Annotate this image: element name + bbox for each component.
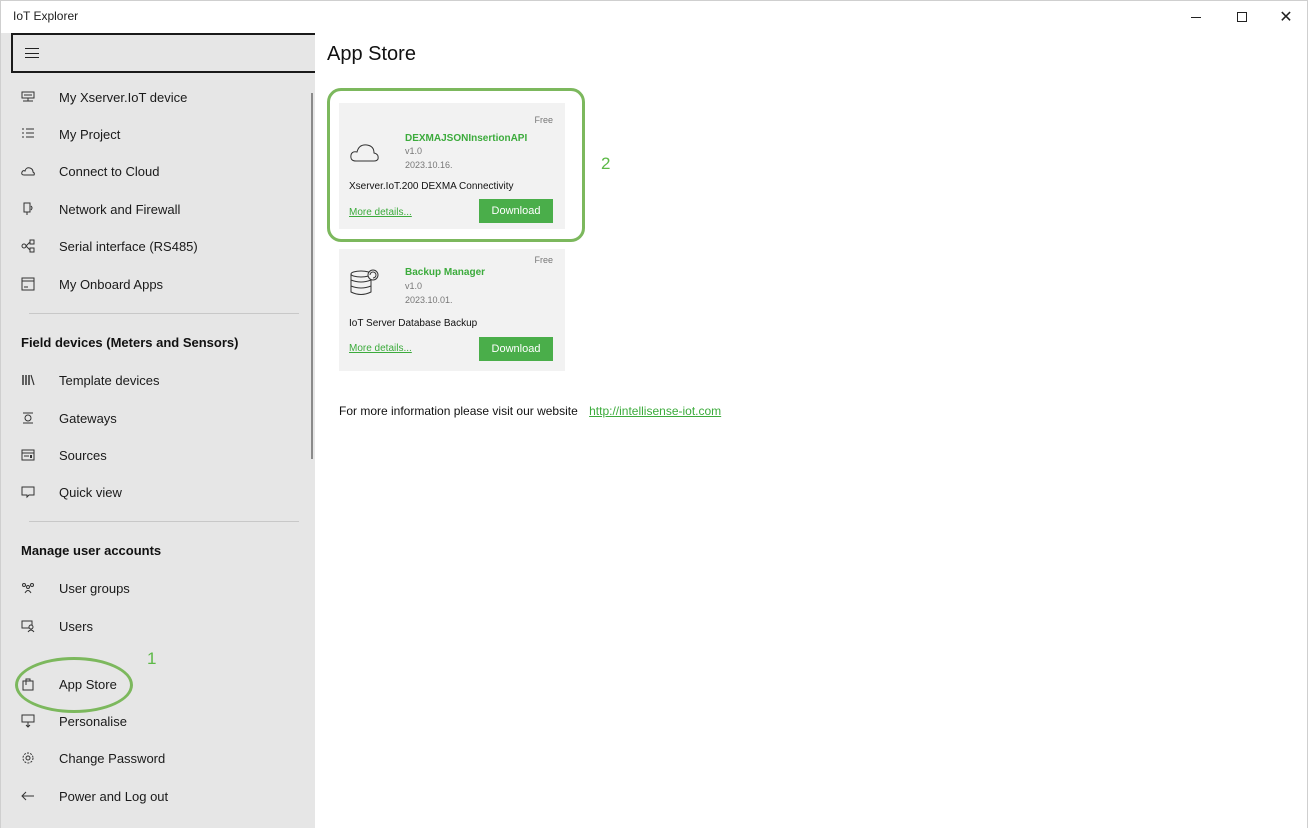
app-date: 2023.10.01. <box>405 295 453 305</box>
app-card: Free DEXMAJSONInsertionAPI v1.0 2023.10.… <box>339 103 565 229</box>
more-details-link[interactable]: More details... <box>349 343 412 354</box>
sidebar-item-label: Users <box>59 618 93 634</box>
maximize-button[interactable] <box>1219 1 1265 33</box>
gear-icon <box>1 751 59 765</box>
info-text: For more information please visit our we… <box>339 404 578 418</box>
sidebar-item-app-store[interactable]: App Store <box>1 666 311 702</box>
title-bar: IoT Explorer ✕ <box>1 1 1307 33</box>
sidebar-item-gateways[interactable]: Gateways <box>1 400 311 436</box>
app-description: IoT Server Database Backup <box>349 318 478 329</box>
sidebar-item-label: App Store <box>59 676 117 692</box>
sidebar-item-users[interactable]: Users <box>1 608 311 644</box>
sidebar-item-template-devices[interactable]: Template devices <box>1 362 311 398</box>
window-title: IoT Explorer <box>13 9 79 23</box>
app-description: Xserver.IoT.200 DEXMA Connectivity <box>349 181 514 192</box>
maximize-icon <box>1237 12 1247 22</box>
close-icon: ✕ <box>1279 7 1293 26</box>
download-button[interactable]: Download <box>479 199 553 223</box>
minimize-button[interactable] <box>1173 1 1219 33</box>
app-window: IoT Explorer ✕ My Xserver.IoT device My … <box>0 0 1308 828</box>
app-card: Free Backup Manager v1.0 2023.10.01. IoT… <box>339 249 565 371</box>
list-icon <box>1 127 59 141</box>
sidebar-scrollbar[interactable] <box>311 93 313 459</box>
sidebar-item-network-firewall[interactable]: Network and Firewall <box>1 191 311 227</box>
annotation-number: 2 <box>601 154 611 173</box>
sidebar-item-personalise[interactable]: Personalise <box>1 703 311 739</box>
sidebar-item-my-device[interactable]: My Xserver.IoT device <box>1 79 311 115</box>
sidebar-item-onboard-apps[interactable]: My Onboard Apps <box>1 266 311 302</box>
personalise-icon <box>1 714 59 728</box>
network-icon <box>1 202 59 216</box>
sidebar-item-change-password[interactable]: Change Password <box>1 740 311 776</box>
sidebar-item-label: Change Password <box>59 750 166 766</box>
sidebar-item-power-logout[interactable]: Power and Log out <box>1 778 311 814</box>
section-manage-accounts: Manage user accounts <box>21 543 162 558</box>
share-icon <box>1 239 59 253</box>
user-groups-icon <box>1 581 59 595</box>
sidebar-item-label: Gateways <box>59 410 117 426</box>
annotation-number: 1 <box>147 649 157 668</box>
website-link[interactable]: http://intellisense-iot.com <box>589 404 721 418</box>
page-title: App Store <box>327 43 416 65</box>
sidebar-item-label: Template devices <box>59 372 160 388</box>
sidebar-item-label: Network and Firewall <box>59 201 181 217</box>
app-name: Backup Manager <box>405 267 486 278</box>
sidebar-item-label: Personalise <box>59 713 127 729</box>
sidebar-item-label: My Project <box>59 126 121 142</box>
more-details-link[interactable]: More details... <box>349 207 412 218</box>
app-version: v1.0 <box>405 146 423 156</box>
sidebar-item-label: Connect to Cloud <box>59 163 160 179</box>
sidebar-item-label: My Xserver.IoT device <box>59 89 188 105</box>
back-arrow-icon <box>1 789 59 803</box>
app-date: 2023.10.16. <box>405 160 453 170</box>
sidebar-item-label: My Onboard Apps <box>59 276 164 292</box>
apps-icon <box>1 277 59 291</box>
download-button[interactable]: Download <box>479 337 553 361</box>
main-content: App Store Free DEXMAJSONInsertionAPI v1.… <box>315 33 1307 828</box>
sidebar-item-my-project[interactable]: My Project <box>1 116 311 152</box>
sidebar-item-label: User groups <box>59 580 130 596</box>
cloud-icon <box>349 141 381 165</box>
cloud-icon <box>1 165 59 177</box>
close-button[interactable]: ✕ <box>1263 1 1308 33</box>
app-name: DEXMAJSONInsertionAPI <box>405 133 528 144</box>
section-field-devices: Field devices (Meters and Sensors) <box>21 335 239 350</box>
gateway-icon <box>1 411 59 425</box>
sidebar-item-user-groups[interactable]: User groups <box>1 570 311 606</box>
price-badge: Free <box>534 255 553 265</box>
price-badge: Free <box>534 115 553 125</box>
server-icon <box>1 90 59 104</box>
sidebar: My Xserver.IoT device My Project Connect… <box>1 33 318 828</box>
sidebar-item-quick-view[interactable]: Quick view <box>1 474 311 510</box>
hamburger-menu-button[interactable] <box>11 33 318 73</box>
minimize-icon <box>1191 16 1201 18</box>
app-version: v1.0 <box>405 281 423 291</box>
sidebar-item-label: Sources <box>59 447 107 463</box>
sidebar-item-label: Quick view <box>59 484 122 500</box>
sidebar-divider <box>29 521 299 522</box>
sidebar-item-label: Serial interface (RS485) <box>59 238 198 254</box>
sources-icon <box>1 448 59 462</box>
sidebar-item-serial-interface[interactable]: Serial interface (RS485) <box>1 228 311 264</box>
quick-view-icon <box>1 485 59 499</box>
info-line: For more information please visit our we… <box>339 404 721 418</box>
hamburger-icon <box>25 48 39 58</box>
library-icon <box>1 373 59 387</box>
database-backup-icon <box>349 267 381 295</box>
sidebar-divider <box>29 313 299 314</box>
sidebar-item-connect-cloud[interactable]: Connect to Cloud <box>1 153 311 189</box>
users-icon <box>1 619 59 633</box>
sidebar-item-sources[interactable]: Sources <box>1 437 311 473</box>
sidebar-item-label: Power and Log out <box>59 788 169 804</box>
store-icon <box>1 677 59 691</box>
